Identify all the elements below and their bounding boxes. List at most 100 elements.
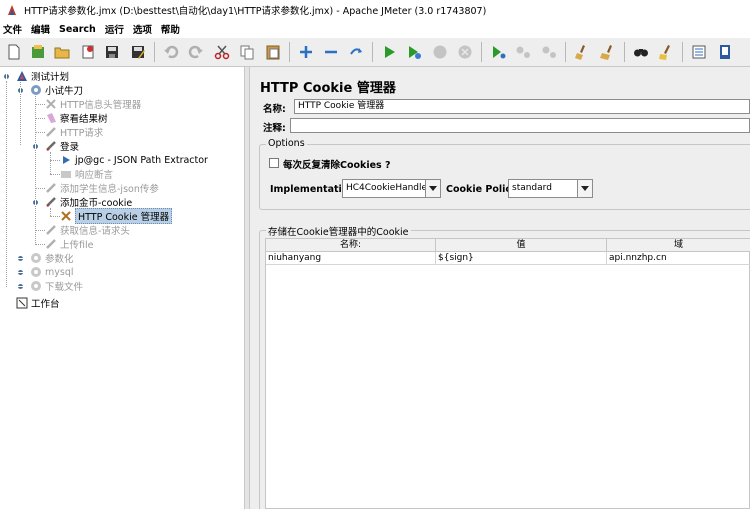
thread-group-icon (29, 252, 42, 265)
cookie-policy-value: standard (512, 183, 552, 193)
open-recent-icon[interactable] (77, 41, 99, 63)
comment-label: 注释: (263, 123, 286, 134)
tree-node-label: HTTP Cookie 管理器 (75, 208, 173, 224)
toolbar (0, 38, 750, 67)
tree-node-test-plan[interactable]: 测试计划 (15, 69, 69, 83)
menu-file[interactable]: 文件 (0, 22, 28, 36)
clear-icon[interactable] (571, 41, 593, 63)
collapse-icon[interactable] (320, 41, 342, 63)
cookies-table[interactable]: 名称: 值 域 niuhanyang ${sign} api.nnzhp.cn (265, 238, 750, 509)
paste-icon[interactable] (262, 41, 284, 63)
stored-cookies-title: 存储在Cookie管理器中的Cookie (266, 224, 411, 238)
implementation-select[interactable]: HC4CookieHandler (342, 179, 441, 198)
save-icon[interactable] (101, 41, 123, 63)
header-manager-icon (44, 98, 57, 111)
expand-toggle-icon[interactable] (16, 254, 25, 263)
collapse-toggle-icon[interactable] (2, 72, 11, 81)
collapse-toggle-icon[interactable] (31, 198, 40, 207)
function-helper-icon[interactable] (688, 41, 710, 63)
column-header-domain[interactable]: 域 (607, 239, 750, 252)
expand-toggle-icon[interactable] (16, 282, 25, 291)
save-as-icon[interactable] (127, 41, 149, 63)
tree-node-http-request[interactable]: HTTP请求 (44, 125, 103, 139)
implementation-value: HC4CookieHandler (346, 183, 425, 193)
cut-icon[interactable] (211, 41, 233, 63)
tree-node-label: 添加学生信息-json传参 (60, 184, 159, 195)
stop-icon[interactable] (429, 41, 451, 63)
clear-cookies-label: 每次反复清除Cookies ? (283, 160, 391, 171)
menu-run[interactable]: 运行 (102, 22, 130, 36)
expand-icon[interactable] (295, 41, 317, 63)
comment-field[interactable] (290, 118, 750, 133)
remote-shutdown-icon[interactable] (538, 41, 560, 63)
tree-node-get-info-header[interactable]: 获取信息-请求头 (44, 223, 130, 237)
start-icon[interactable] (378, 41, 400, 63)
column-header-name[interactable]: 名称: (266, 239, 436, 252)
undo-icon[interactable] (160, 41, 182, 63)
tree-node-label: 工作台 (31, 299, 60, 310)
tree-node-download-file[interactable]: 下载文件 (29, 279, 83, 293)
cookie-policy-select[interactable]: standard (508, 179, 593, 198)
sampler-icon (44, 126, 57, 139)
test-plan-tree[interactable]: 测试计划 小试牛刀 HTTP信息头管理器 察看结果树 HTTP请求 登录 jp@… (0, 67, 244, 509)
tree-node-response-assertion[interactable]: 响应断言 (59, 167, 113, 181)
tree-node-label: 响应断言 (75, 170, 114, 181)
sampler-icon (44, 196, 57, 209)
redo-icon[interactable] (185, 41, 207, 63)
extractor-icon (59, 154, 72, 167)
tree-node-json-extractor[interactable]: jp@gc - JSON Path Extractor (59, 153, 208, 167)
tree-node-parameterize[interactable]: 参数化 (29, 251, 74, 265)
column-header-value[interactable]: 值 (436, 239, 607, 252)
menu-help[interactable]: 帮助 (158, 22, 186, 36)
tree-node-label: 获取信息-请求头 (60, 226, 130, 237)
toggle-icon[interactable] (345, 41, 367, 63)
title-bar: HTTP请求参数化.jmx (D:\besttest\自动化\day1\HTTP… (0, 0, 750, 20)
tree-node-add-gold-cookie[interactable]: 添加金币-cookie (44, 195, 132, 209)
tree-node-workbench[interactable]: 工作台 (15, 296, 60, 310)
tree-node-label: 上传file (60, 240, 94, 251)
tree-node-mysql[interactable]: mysql (29, 265, 74, 279)
copy-icon[interactable] (236, 41, 258, 63)
jmeter-app-icon (8, 5, 16, 15)
menu-options[interactable]: 选项 (130, 22, 158, 36)
chevron-down-icon[interactable] (425, 180, 440, 197)
tree-node-add-student[interactable]: 添加学生信息-json传参 (44, 181, 159, 195)
templates-icon[interactable] (27, 41, 49, 63)
new-icon[interactable] (3, 41, 25, 63)
shutdown-icon[interactable] (454, 41, 476, 63)
chevron-down-icon[interactable] (577, 180, 592, 197)
cookie-domain-cell[interactable]: api.nnzhp.cn (607, 252, 750, 265)
tree-node-label: jp@gc - JSON Path Extractor (75, 154, 208, 166)
clear-all-icon[interactable] (597, 41, 619, 63)
search-icon[interactable] (630, 41, 652, 63)
help-icon[interactable] (714, 41, 736, 63)
tree-node-cookie-manager[interactable]: HTTP Cookie 管理器 (59, 208, 173, 224)
tree-node-header-manager[interactable]: HTTP信息头管理器 (44, 97, 141, 111)
tree-node-login[interactable]: 登录 (44, 139, 79, 153)
tree-node-label: 添加金币-cookie (60, 198, 133, 209)
name-field[interactable]: HTTP Cookie 管理器 (294, 99, 750, 114)
page-title: HTTP Cookie 管理器 (260, 81, 396, 96)
tree-node-label: 下载文件 (45, 282, 84, 293)
tree-node-thread-group[interactable]: 小试牛刀 (29, 83, 83, 97)
sampler-icon (44, 140, 57, 153)
cookie-value-cell[interactable]: ${sign} (436, 252, 607, 265)
tree-node-upload-file[interactable]: 上传file (44, 237, 93, 251)
collapse-toggle-icon[interactable] (16, 86, 25, 95)
collapse-toggle-icon[interactable] (31, 142, 40, 151)
remote-stop-icon[interactable] (512, 41, 534, 63)
menu-search[interactable]: Search (56, 24, 102, 35)
menu-bar: 文件 编辑 Search 运行 选项 帮助 (0, 20, 750, 38)
menu-edit[interactable]: 编辑 (28, 22, 56, 36)
remote-start-icon[interactable] (487, 41, 509, 63)
open-icon[interactable] (51, 41, 73, 63)
clear-cookies-checkbox[interactable] (269, 158, 279, 168)
cookie-name-cell[interactable]: niuhanyang (266, 252, 436, 265)
expand-toggle-icon[interactable] (16, 268, 25, 277)
thread-group-icon (29, 84, 42, 97)
start-no-pause-icon[interactable] (403, 41, 425, 63)
tree-node-label: 测试计划 (31, 72, 70, 83)
cookie-manager-panel: HTTP Cookie 管理器 名称: HTTP Cookie 管理器 注释: … (250, 67, 750, 509)
reset-search-icon[interactable] (655, 41, 677, 63)
tree-node-results-tree[interactable]: 察看结果树 (44, 111, 108, 125)
